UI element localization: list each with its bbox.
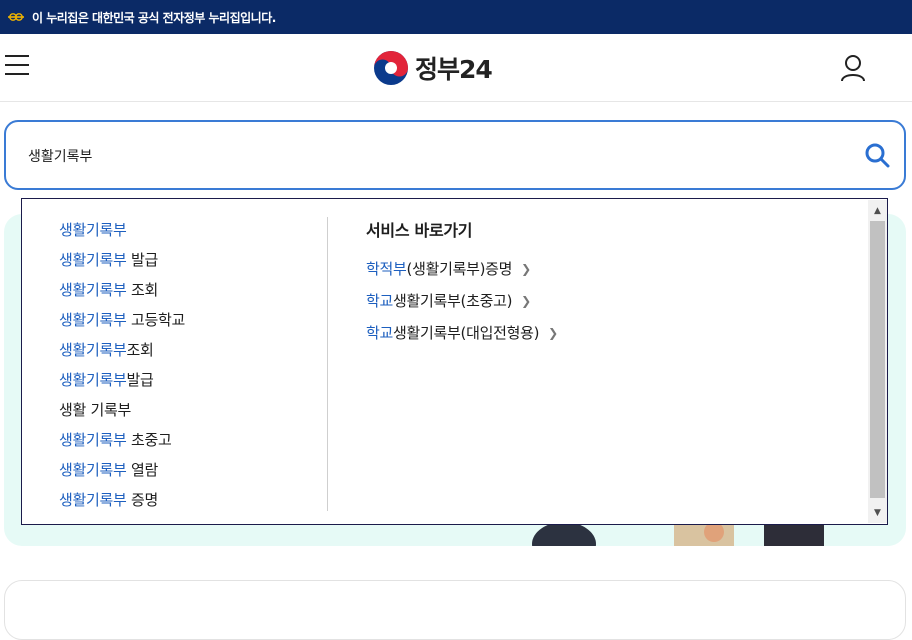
chevron-right-icon: ❯ bbox=[521, 294, 531, 308]
search-icon[interactable] bbox=[864, 142, 890, 168]
suggestion-item[interactable]: 생활 기록부 bbox=[59, 395, 319, 425]
dropdown-scrollbar[interactable]: ▲ ▼ bbox=[868, 200, 887, 523]
suggestion-match: 생활기록부 bbox=[59, 311, 127, 329]
suggestion-rest: 초중고 bbox=[126, 431, 172, 449]
suggestion-rest: 발급 bbox=[126, 371, 154, 389]
suggestion-rest: 고등학교 bbox=[126, 311, 185, 329]
scroll-down-arrow-icon[interactable]: ▼ bbox=[868, 504, 887, 521]
logo-text: 정부24 bbox=[415, 55, 493, 84]
suggestion-item[interactable]: 생활기록부조회 bbox=[59, 335, 319, 365]
search-box bbox=[4, 120, 906, 190]
shortcut-rest: (생활기록부)증명 bbox=[406, 260, 513, 278]
shortcut-match: 학교 bbox=[366, 324, 394, 342]
suggestion-item[interactable]: 생활기록부 고등학교 bbox=[59, 305, 319, 335]
scrollbar-thumb[interactable] bbox=[870, 221, 885, 498]
suggestion-match: 생활기록부 bbox=[59, 491, 127, 509]
content-card bbox=[4, 580, 906, 640]
suggestion-item[interactable]: 생활기록부 조회 bbox=[59, 275, 319, 305]
gov24-logo[interactable]: 정부24 bbox=[373, 50, 493, 86]
suggestion-match: 생활기록부 bbox=[59, 461, 127, 479]
service-shortcut-item[interactable]: 학교 생활기록부(초중고) ❯ bbox=[366, 285, 846, 317]
taegeuk-logo-icon bbox=[374, 51, 408, 85]
suggestion-item[interactable]: 생활기록부 증명 bbox=[59, 485, 319, 515]
suggestion-item[interactable]: 생활기록부 열람 bbox=[59, 455, 319, 485]
service-shortcut-item[interactable]: 학교 생활기록부(대입전형용) ❯ bbox=[366, 317, 846, 349]
suggestion-match: 생활기록부 bbox=[59, 251, 127, 269]
service-shortcut-list: 학적부 (생활기록부)증명 ❯ 학교 생활기록부(초중고) ❯ 학교 생활기록부(대입전형… bbox=[366, 253, 846, 349]
suggestion-rest: 증명 bbox=[126, 491, 158, 509]
service-shortcut-item[interactable]: 학적부 (생활기록부)증명 ❯ bbox=[366, 253, 846, 285]
suggestion-match: 생활기록부 bbox=[59, 371, 127, 389]
suggestion-list: 생활기록부 생활기록부 발급 생활기록부 조회 생활기록부 고등학교 생활기록부… bbox=[59, 215, 319, 515]
suggestion-item[interactable]: 생활기록부 bbox=[59, 215, 319, 245]
search-input[interactable] bbox=[28, 142, 848, 170]
shortcut-rest: 생활기록부(초중고) bbox=[393, 292, 513, 310]
user-icon[interactable] bbox=[840, 54, 866, 82]
gov-notice-bar: 이 누리집은 대한민국 공식 전자정부 누리집입니다. bbox=[0, 0, 912, 34]
suggestion-rest: 열람 bbox=[126, 461, 158, 479]
suggestion-item[interactable]: 생활기록부 발급 bbox=[59, 245, 319, 275]
scroll-up-arrow-icon[interactable]: ▲ bbox=[868, 202, 887, 219]
suggestion-rest: 발급 bbox=[126, 251, 158, 269]
service-shortcuts: 서비스 바로가기 학적부 (생활기록부)증명 ❯ 학교 생활기록부(초중고) ❯ 학교 생… bbox=[366, 217, 846, 349]
suggestion-match: 생활기록부 bbox=[59, 431, 127, 449]
suggestion-item[interactable]: 생활기록부 초중고 bbox=[59, 425, 319, 455]
autocomplete-dropdown: 생활기록부 생활기록부 발급 생활기록부 조회 생활기록부 고등학교 생활기록부… bbox=[21, 198, 888, 525]
suggestion-match: 생활기록부 bbox=[59, 341, 127, 359]
shortcut-match: 학적부 bbox=[366, 260, 407, 278]
suggestion-match: 생활기록부 bbox=[59, 281, 127, 299]
suggestion-rest: 조회 bbox=[126, 341, 154, 359]
suggestion-rest: 생활 기록부 bbox=[59, 401, 131, 419]
gov-notice-text: 이 누리집은 대한민국 공식 전자정부 누리집입니다. bbox=[32, 10, 276, 25]
service-shortcuts-title: 서비스 바로가기 bbox=[366, 221, 473, 240]
suggestion-rest: 조회 bbox=[126, 281, 158, 299]
chevron-right-icon: ❯ bbox=[548, 326, 558, 340]
shortcut-match: 학교 bbox=[366, 292, 394, 310]
suggestion-item[interactable]: 생활기록부발급 bbox=[59, 365, 319, 395]
shortcut-rest: 생활기록부(대입전형용) bbox=[393, 324, 540, 342]
menu-icon[interactable] bbox=[5, 55, 29, 79]
gov-emblem-icon bbox=[8, 13, 24, 21]
chevron-right-icon: ❯ bbox=[521, 262, 531, 276]
dropdown-divider bbox=[327, 217, 328, 511]
site-header: 정부24 bbox=[0, 34, 912, 102]
suggestion-match: 생활기록부 bbox=[59, 221, 127, 239]
